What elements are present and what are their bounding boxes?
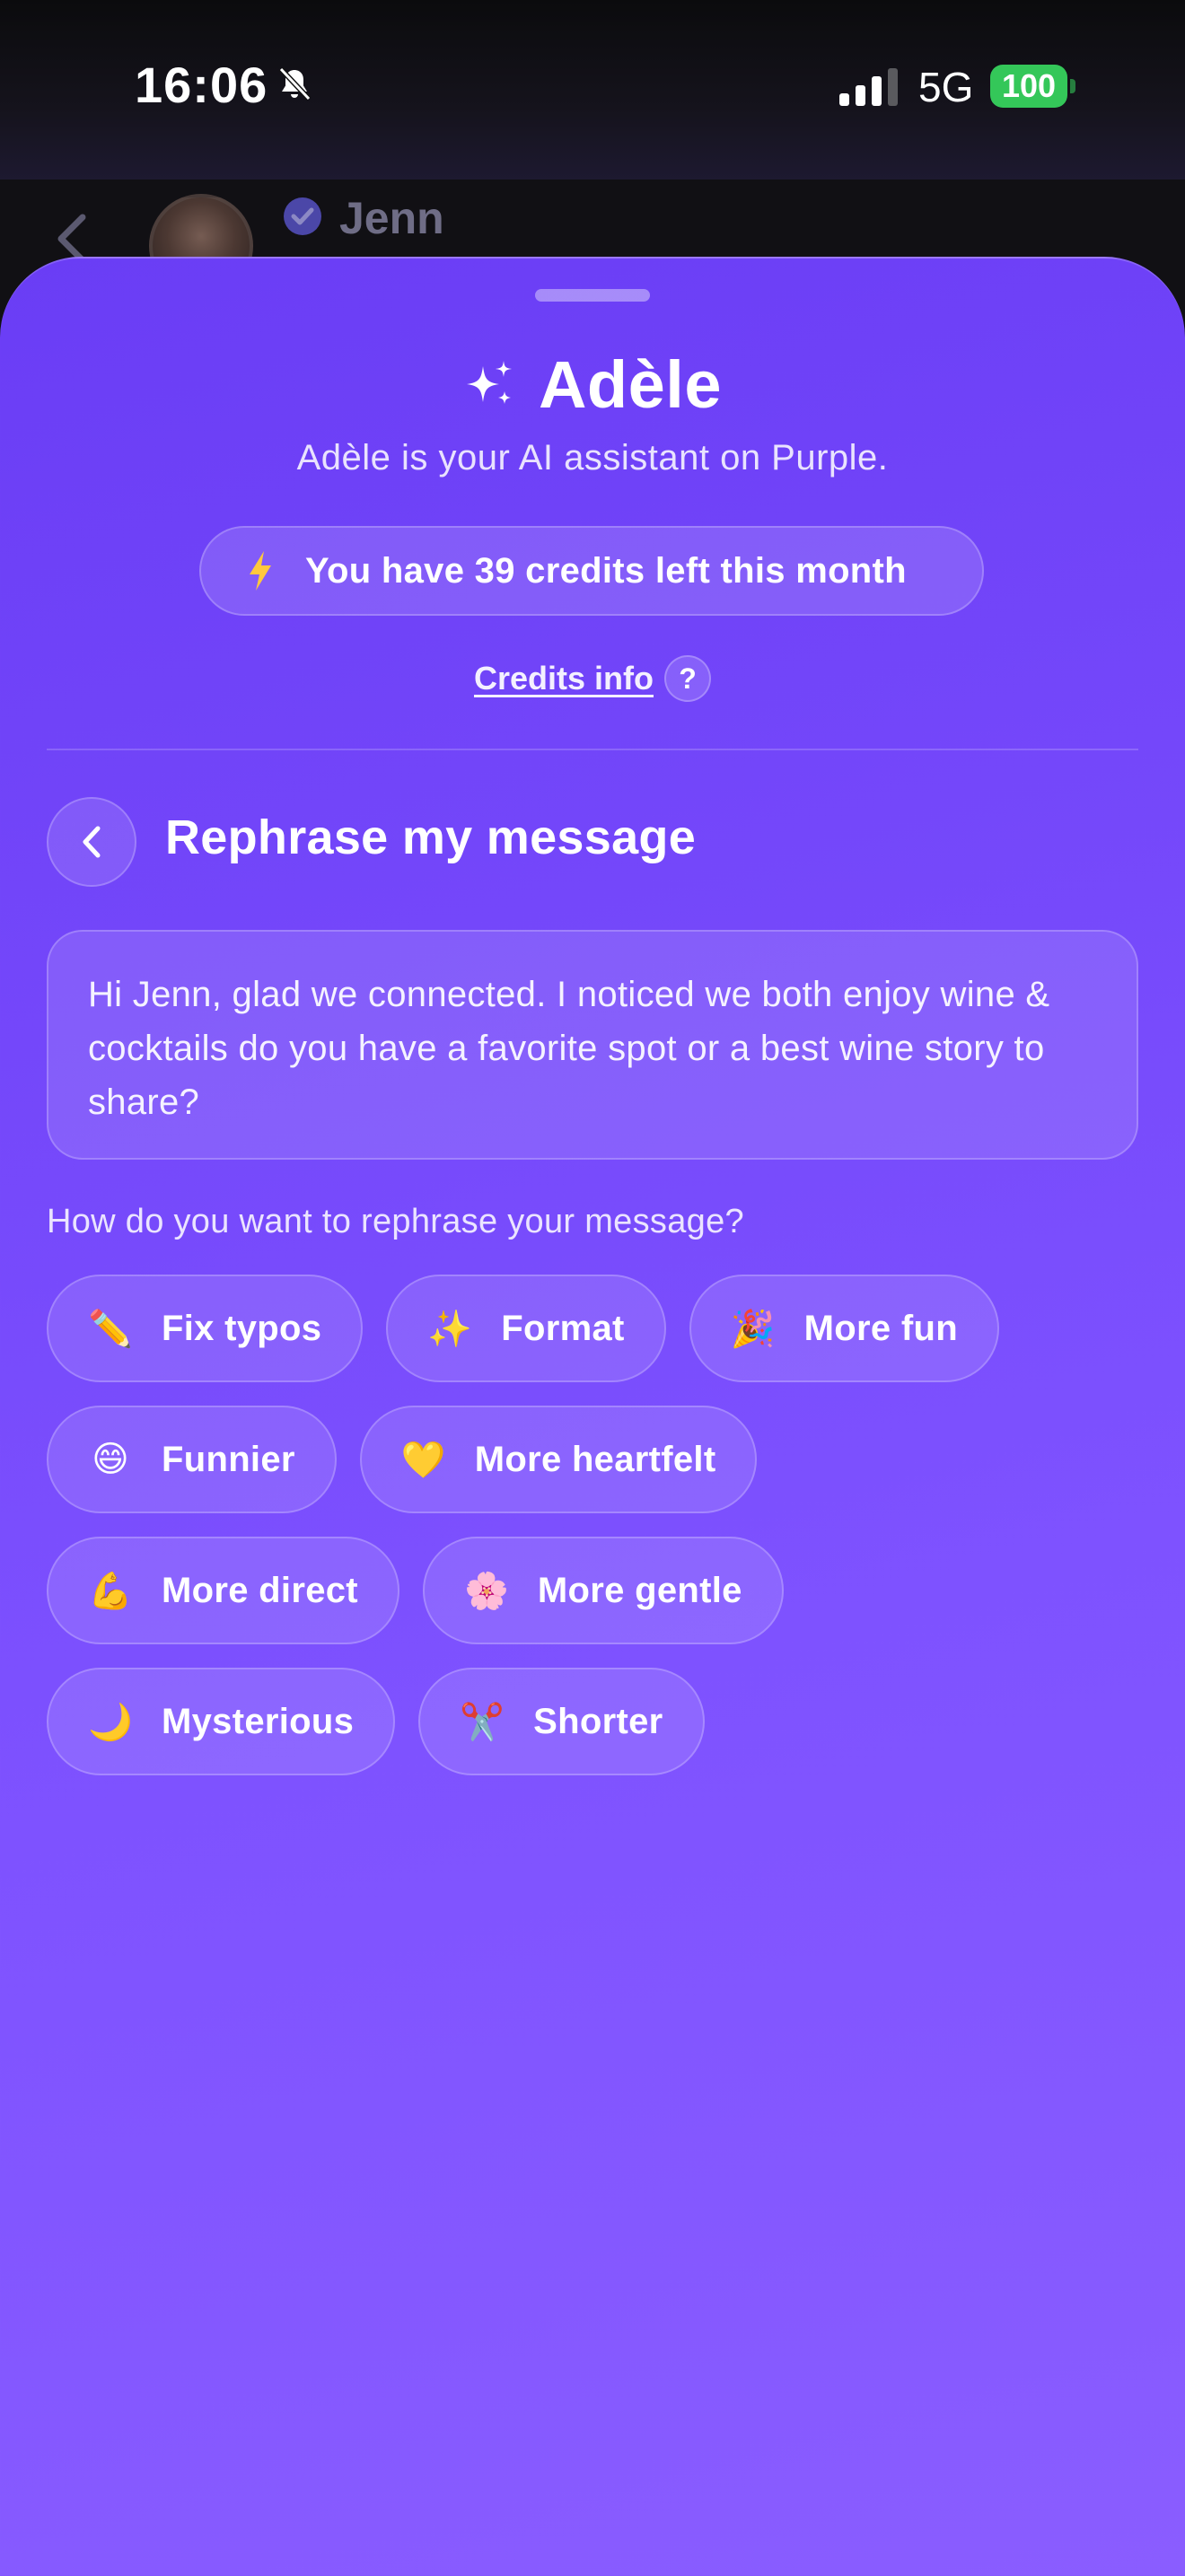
- option-label: Shorter: [533, 1701, 663, 1741]
- option-fix-typos[interactable]: ✏️ Fix typos: [47, 1275, 364, 1382]
- crescent-moon-icon: 🌙: [88, 1702, 133, 1742]
- network-type: 5G: [918, 64, 974, 110]
- option-label: More fun: [803, 1308, 958, 1348]
- credits-info-row: Credits info ?: [0, 653, 1185, 704]
- option-funnier[interactable]: 😄 Funnier: [47, 1406, 337, 1513]
- option-label: More direct: [162, 1570, 358, 1610]
- cellular-signal-icon: [839, 68, 898, 106]
- assistant-sheet: Adèle Adèle is your AI assistant on Purp…: [0, 257, 1185, 2576]
- verified-badge-icon: [284, 197, 321, 235]
- option-label: Fix typos: [162, 1308, 322, 1348]
- option-label: Mysterious: [162, 1701, 355, 1741]
- message-text-field[interactable]: Hi Jenn, glad we connected. I noticed we…: [47, 930, 1138, 1160]
- scissors-icon: ✂️: [460, 1702, 505, 1742]
- pencil-icon: ✏️: [88, 1309, 133, 1349]
- rephrase-question: How do you want to rephrase your message…: [47, 1203, 744, 1240]
- option-label: Format: [501, 1308, 625, 1348]
- rephrase-options: ✏️ Fix typos ✨ Format 🎉 More fun 😄 Funni…: [47, 1275, 1138, 1799]
- help-icon[interactable]: ?: [664, 655, 711, 702]
- cherry-blossom-icon: 🌸: [464, 1571, 509, 1611]
- battery-level: 100: [1001, 67, 1057, 104]
- lightning-bolt-icon: [250, 551, 271, 591]
- divider: [47, 749, 1138, 750]
- credits-pill: You have 39 credits left this month: [199, 526, 984, 616]
- yellow-heart-icon: 💛: [400, 1440, 446, 1480]
- status-time: 16:06: [135, 57, 268, 113]
- grinning-face-icon: 😄: [92, 1440, 129, 1479]
- option-mysterious[interactable]: 🌙 Mysterious: [47, 1668, 396, 1775]
- option-more-gentle[interactable]: 🌸 More gentle: [422, 1537, 784, 1644]
- option-more-direct[interactable]: 💪 More direct: [47, 1537, 399, 1644]
- status-bar: 16:06 5G 100: [0, 0, 1185, 180]
- section-back-button[interactable]: [47, 797, 136, 887]
- sparkles-icon: [466, 361, 512, 404]
- credits-info-link[interactable]: Credits info: [474, 660, 654, 697]
- option-shorter[interactable]: ✂️ Shorter: [418, 1668, 705, 1775]
- option-label: More heartfelt: [474, 1439, 716, 1479]
- credits-remaining: You have 39 credits left this month: [305, 550, 907, 591]
- battery-indicator: 100: [990, 65, 1067, 108]
- sheet-grabber[interactable]: [535, 289, 650, 302]
- sheet-title-row: Adèle: [0, 339, 1185, 429]
- sparkles-icon: ✨: [427, 1309, 473, 1349]
- flexed-biceps-icon: 💪: [88, 1571, 133, 1611]
- sheet-subtitle: Adèle is your AI assistant on Purple.: [296, 438, 889, 478]
- chevron-left-icon: [83, 826, 101, 858]
- option-label: Funnier: [162, 1439, 295, 1479]
- sheet-title: Adèle: [538, 346, 722, 422]
- bell-muted-icon: [278, 66, 312, 101]
- option-more-fun[interactable]: 🎉 More fun: [689, 1275, 999, 1382]
- option-label: More gentle: [537, 1570, 742, 1610]
- option-format[interactable]: ✨ Format: [386, 1275, 666, 1382]
- option-more-heartfelt[interactable]: 💛 More heartfelt: [359, 1406, 758, 1513]
- battery-tip: [1070, 79, 1075, 93]
- party-popper-icon: 🎉: [730, 1309, 776, 1349]
- chat-contact-name: Jenn: [339, 193, 444, 243]
- section-title: Rephrase my message: [165, 810, 697, 864]
